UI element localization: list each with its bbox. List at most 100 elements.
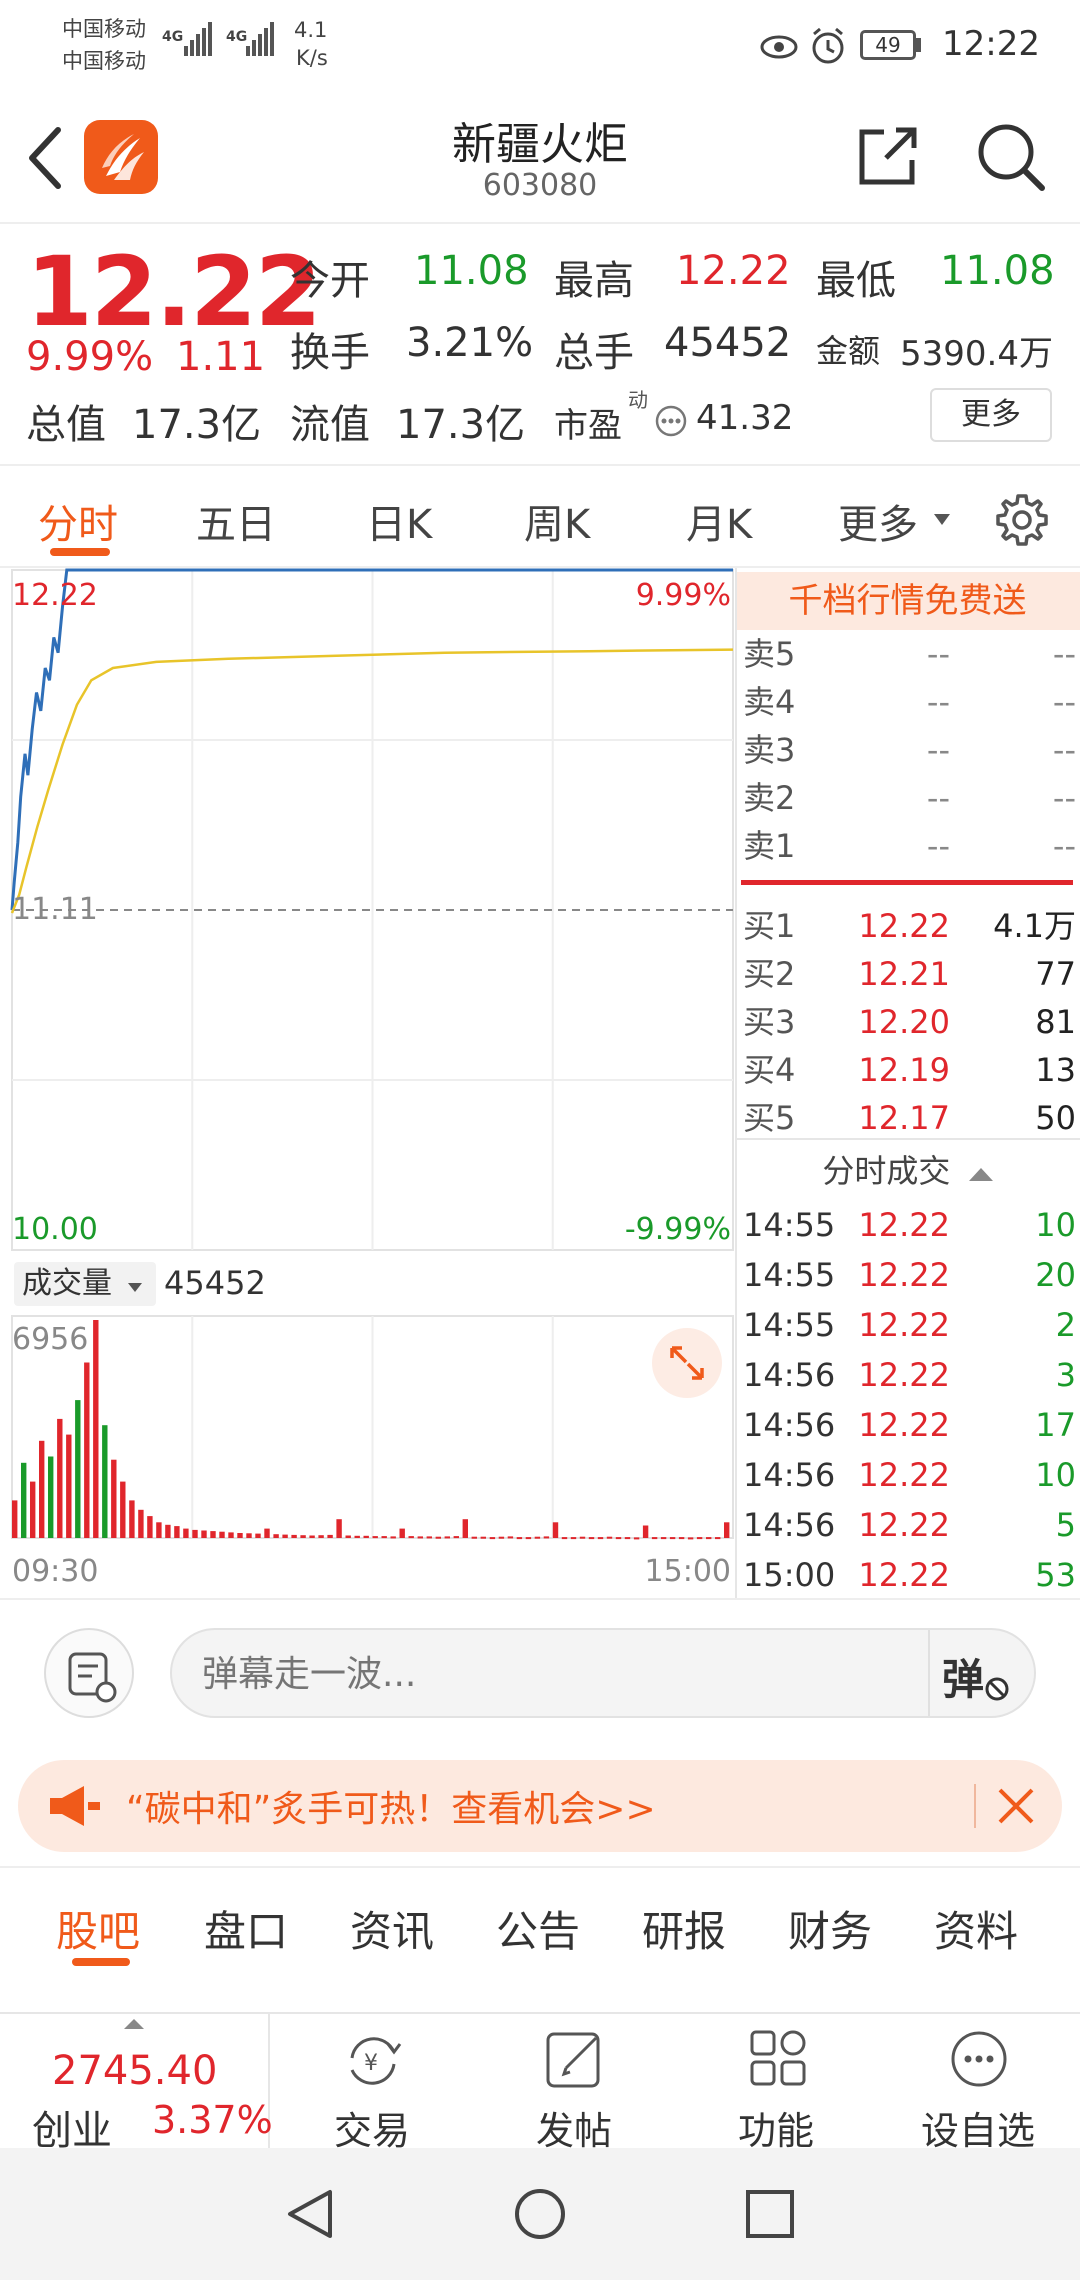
trade-time: 15:00 [743, 1556, 836, 1594]
volume-indicator-selector[interactable]: 成交量 [14, 1262, 156, 1306]
bid-row[interactable]: 买1 12.22 4.1万 [735, 902, 1080, 950]
ask-row[interactable]: 卖3 -- -- [735, 726, 1080, 774]
tab-profile[interactable]: 资料 [934, 1898, 1018, 1959]
signal-icon [184, 22, 214, 60]
trade-row[interactable]: 14:56 12.22 3 [735, 1350, 1080, 1400]
nav-back-icon[interactable] [282, 2186, 338, 2242]
trade-row[interactable]: 14:55 12.22 10 [735, 1200, 1080, 1250]
expand-chart-button[interactable] [652, 1328, 722, 1398]
ask-row[interactable]: 卖1 -- -- [735, 822, 1080, 870]
intraday-chart[interactable]: 12.22 9.99% 11.11 10.00 -9.99% 成交量 45452… [0, 568, 735, 1598]
share-icon[interactable] [856, 124, 920, 188]
volume-bar [363, 1535, 369, 1538]
bid-row[interactable]: 买4 12.19 13 [735, 1046, 1080, 1094]
danmu-input[interactable] [202, 1646, 802, 1702]
nav-trade[interactable]: ¥ 交易 [272, 2014, 472, 2153]
row-label: 卖1 [743, 827, 796, 865]
tab-announcements[interactable]: 公告 [496, 1898, 580, 1959]
index-ticker[interactable]: 2745.40 创业 3.37% [0, 2014, 273, 2154]
volume-bar [579, 1536, 586, 1539]
change-percent: 9.99% [26, 334, 154, 380]
trade-time: 14:55 [743, 1206, 836, 1244]
compose-icon [546, 2032, 600, 2088]
gear-icon[interactable] [994, 492, 1050, 548]
trade-price: 12.22 [858, 1506, 950, 1544]
trade-row[interactable]: 14:55 12.22 2 [735, 1300, 1080, 1350]
volume-bar [390, 1536, 396, 1539]
search-icon[interactable] [976, 122, 1046, 192]
ask-row[interactable]: 卖5 -- -- [735, 630, 1080, 678]
trade-row[interactable]: 14:55 12.22 20 [735, 1250, 1080, 1300]
trade-price: 12.22 [858, 1356, 950, 1394]
amount-label: 金额 [816, 332, 881, 370]
promo-ad-banner[interactable]: “碳中和”炙手可热！查看机会>> [18, 1760, 1062, 1852]
row-label: 买3 [743, 1003, 796, 1041]
trade-price: 12.22 [858, 1406, 950, 1444]
trade-row[interactable]: 14:56 12.22 17 [735, 1400, 1080, 1450]
volume-bar [84, 1362, 90, 1538]
ask-row[interactable]: 卖4 -- -- [735, 678, 1080, 726]
volume-bar [507, 1536, 514, 1539]
nav-post[interactable]: 发帖 [474, 2014, 674, 2153]
tab-monthly-k[interactable]: 月K [686, 492, 752, 550]
network-speed-unit: K/s [296, 46, 328, 70]
comment-list-button[interactable] [44, 1628, 134, 1718]
volume-bar [75, 1400, 81, 1538]
stock-header: 新疆火炬 603080 [0, 96, 1080, 224]
grid-apps-icon [750, 2030, 806, 2086]
caret-down-icon [127, 1283, 142, 1292]
volume-bar [192, 1529, 198, 1538]
tab-intraday[interactable]: 分时 [38, 492, 118, 550]
bid-row[interactable]: 买2 12.21 77 [735, 950, 1080, 998]
volume-bar [444, 1536, 450, 1539]
more-quote-button[interactable]: 更多 [930, 388, 1052, 442]
tab-daily-k[interactable]: 日K [366, 492, 432, 550]
turnover-value: 3.21% [406, 320, 534, 366]
tab-weekly-k[interactable]: 周K [524, 492, 590, 550]
danmu-input-container: 弹 [170, 1628, 1036, 1718]
battery-icon: 49 [860, 30, 916, 60]
tab-forum[interactable]: 股吧 [56, 1898, 140, 1959]
bid-row[interactable]: 买3 12.20 81 [735, 998, 1080, 1046]
carrier-2: 中国移动 [62, 49, 146, 73]
tab-news[interactable]: 资讯 [350, 1898, 434, 1959]
trades-title: 分时成交 [822, 1152, 951, 1190]
volume-bar [210, 1531, 216, 1538]
row-volume: -- [1052, 827, 1076, 865]
nav-recents-icon[interactable] [742, 2186, 798, 2242]
bid-row[interactable]: 买5 12.17 50 [735, 1094, 1080, 1142]
volume-bar [642, 1525, 649, 1538]
tab-finance[interactable]: 财务 [788, 1898, 872, 1959]
trade-row[interactable]: 14:56 12.22 5 [735, 1500, 1080, 1550]
volume-bar [724, 1522, 730, 1538]
promo-banner[interactable]: 千档行情免费送 [735, 572, 1080, 630]
nav-add-watchlist[interactable]: 设自选 [878, 2014, 1078, 2153]
tab-five-day[interactable]: 五日 [196, 492, 276, 550]
trade-row[interactable]: 14:56 12.22 10 [735, 1450, 1080, 1500]
nav-functions[interactable]: 功能 [676, 2014, 876, 2153]
volume-value: 45452 [664, 320, 792, 366]
tab-more[interactable]: 更多 [838, 492, 918, 550]
volume-bar [606, 1536, 613, 1539]
tab-research[interactable]: 研报 [642, 1898, 726, 1959]
danmu-toggle-button[interactable]: 弹 [942, 1646, 984, 1707]
bottom-navigation: 2745.40 创业 3.37% ¥ 交易 发帖 功能 设自选 [0, 2012, 1080, 2154]
row-label: 买4 [743, 1051, 796, 1089]
ask-row[interactable]: 卖2 -- -- [735, 774, 1080, 822]
volume-bar [102, 1425, 108, 1538]
network-speed-value: 4.1 [294, 18, 328, 42]
low-value: 11.08 [940, 248, 1055, 294]
trades-header[interactable]: 分时成交 [735, 1144, 1080, 1198]
info-dots-icon[interactable] [654, 404, 688, 438]
nav-home-icon[interactable] [512, 2186, 568, 2242]
close-icon[interactable] [994, 1784, 1038, 1828]
tab-market[interactable]: 盘口 [204, 1898, 288, 1959]
volume-bar [111, 1459, 117, 1538]
volume-bar [345, 1535, 351, 1538]
comment-bar: 弹 [0, 1598, 1080, 1748]
trade-row[interactable]: 15:00 12.22 53 [735, 1550, 1080, 1600]
volume-bar [381, 1536, 387, 1539]
row-volume: 81 [1035, 1003, 1076, 1041]
quote-panel: 12.22 9.99% 1.11 今开 11.08 最高 12.22 最低 11… [0, 226, 1080, 466]
intraday-chart-svg [10, 568, 734, 1540]
